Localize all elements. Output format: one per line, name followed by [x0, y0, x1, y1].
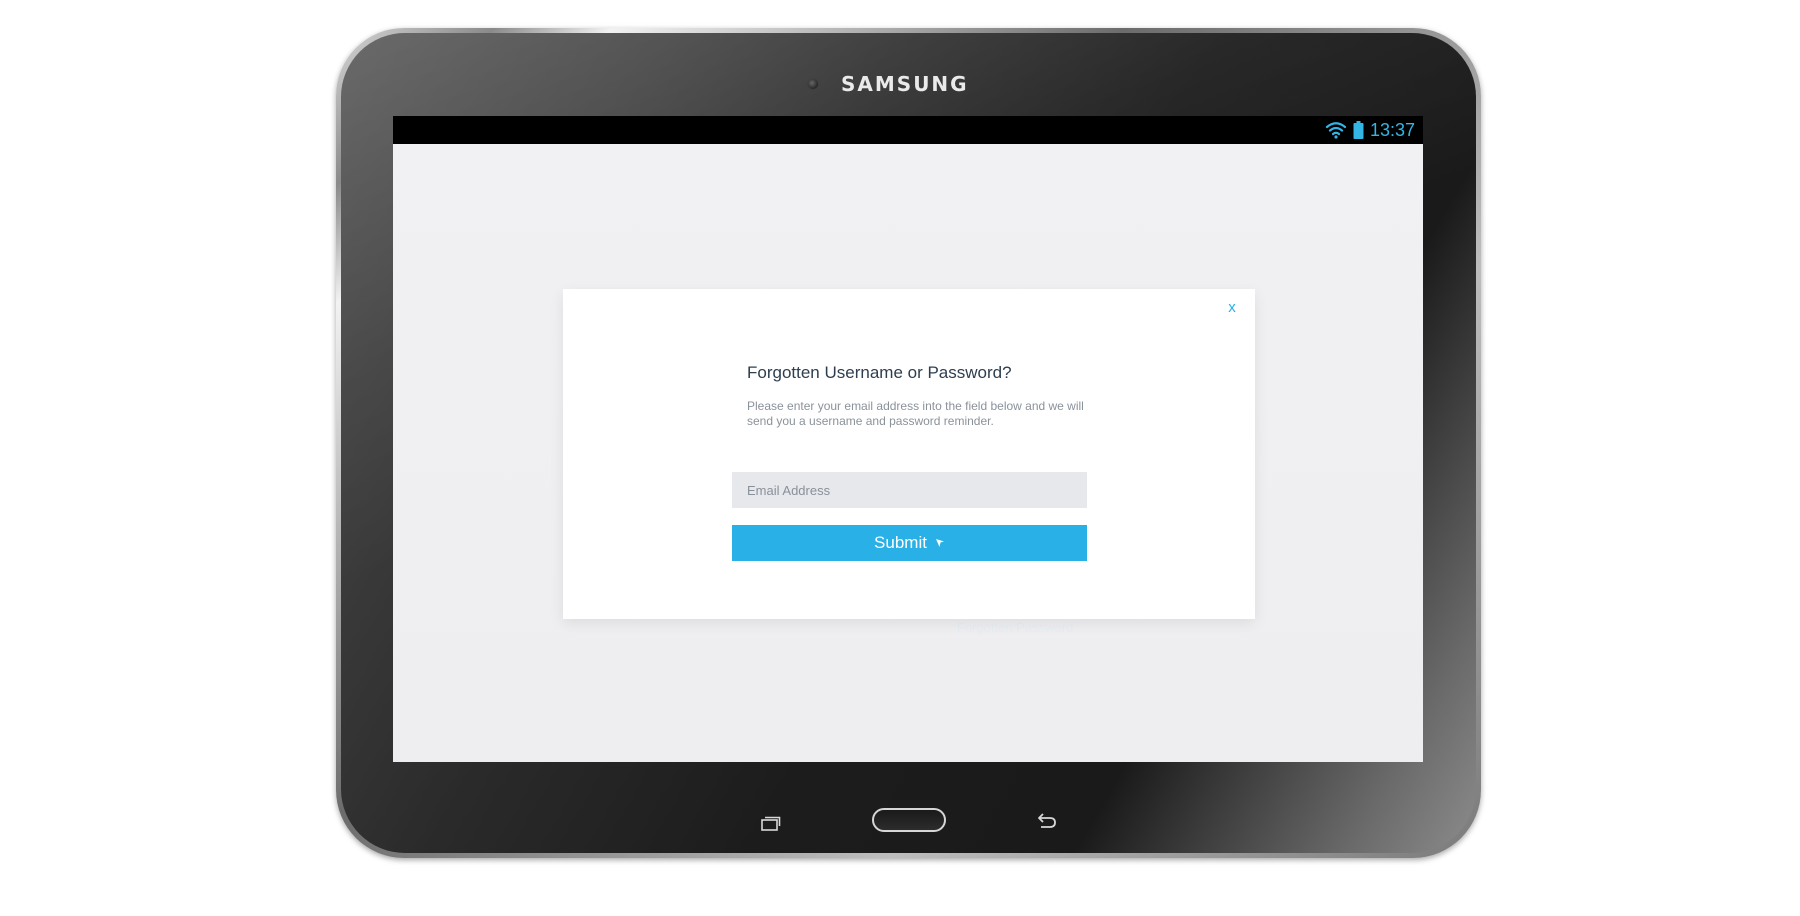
back-icon[interactable]	[1036, 812, 1058, 830]
recent-apps-icon[interactable]	[760, 815, 782, 831]
status-icons: 13:37	[1325, 119, 1415, 141]
brand-logo: SAMSUNG	[841, 72, 969, 96]
camera-icon	[807, 78, 819, 90]
dialog-title: Forgotten Username or Password?	[747, 363, 1012, 382]
email-field[interactable]	[732, 472, 1087, 508]
forgotten-password-link[interactable]: Forgotten Password	[957, 620, 1073, 635]
app-content: Forgotten Password x Forgotten Username …	[393, 144, 1423, 762]
status-clock: 13:37	[1369, 119, 1415, 140]
home-button[interactable]	[872, 808, 946, 832]
tablet-screen: 13:37 Forgotten Password x Forgotten Use…	[393, 116, 1423, 762]
dialog-description: Please enter your email address into the…	[747, 399, 1084, 428]
forgot-credentials-dialog: x Forgotten Username or Password? Please…	[563, 289, 1255, 619]
submit-button[interactable]: Submit	[732, 525, 1087, 561]
battery-icon	[1353, 121, 1364, 139]
close-button[interactable]: x	[1223, 299, 1241, 317]
status-bar: 13:37	[393, 116, 1423, 144]
stage: SAMSUNG 13:37 Forgotten Password x Forgo…	[0, 0, 1800, 916]
send-icon	[935, 538, 945, 548]
submit-label: Submit	[874, 533, 927, 552]
wifi-icon	[1325, 121, 1347, 139]
